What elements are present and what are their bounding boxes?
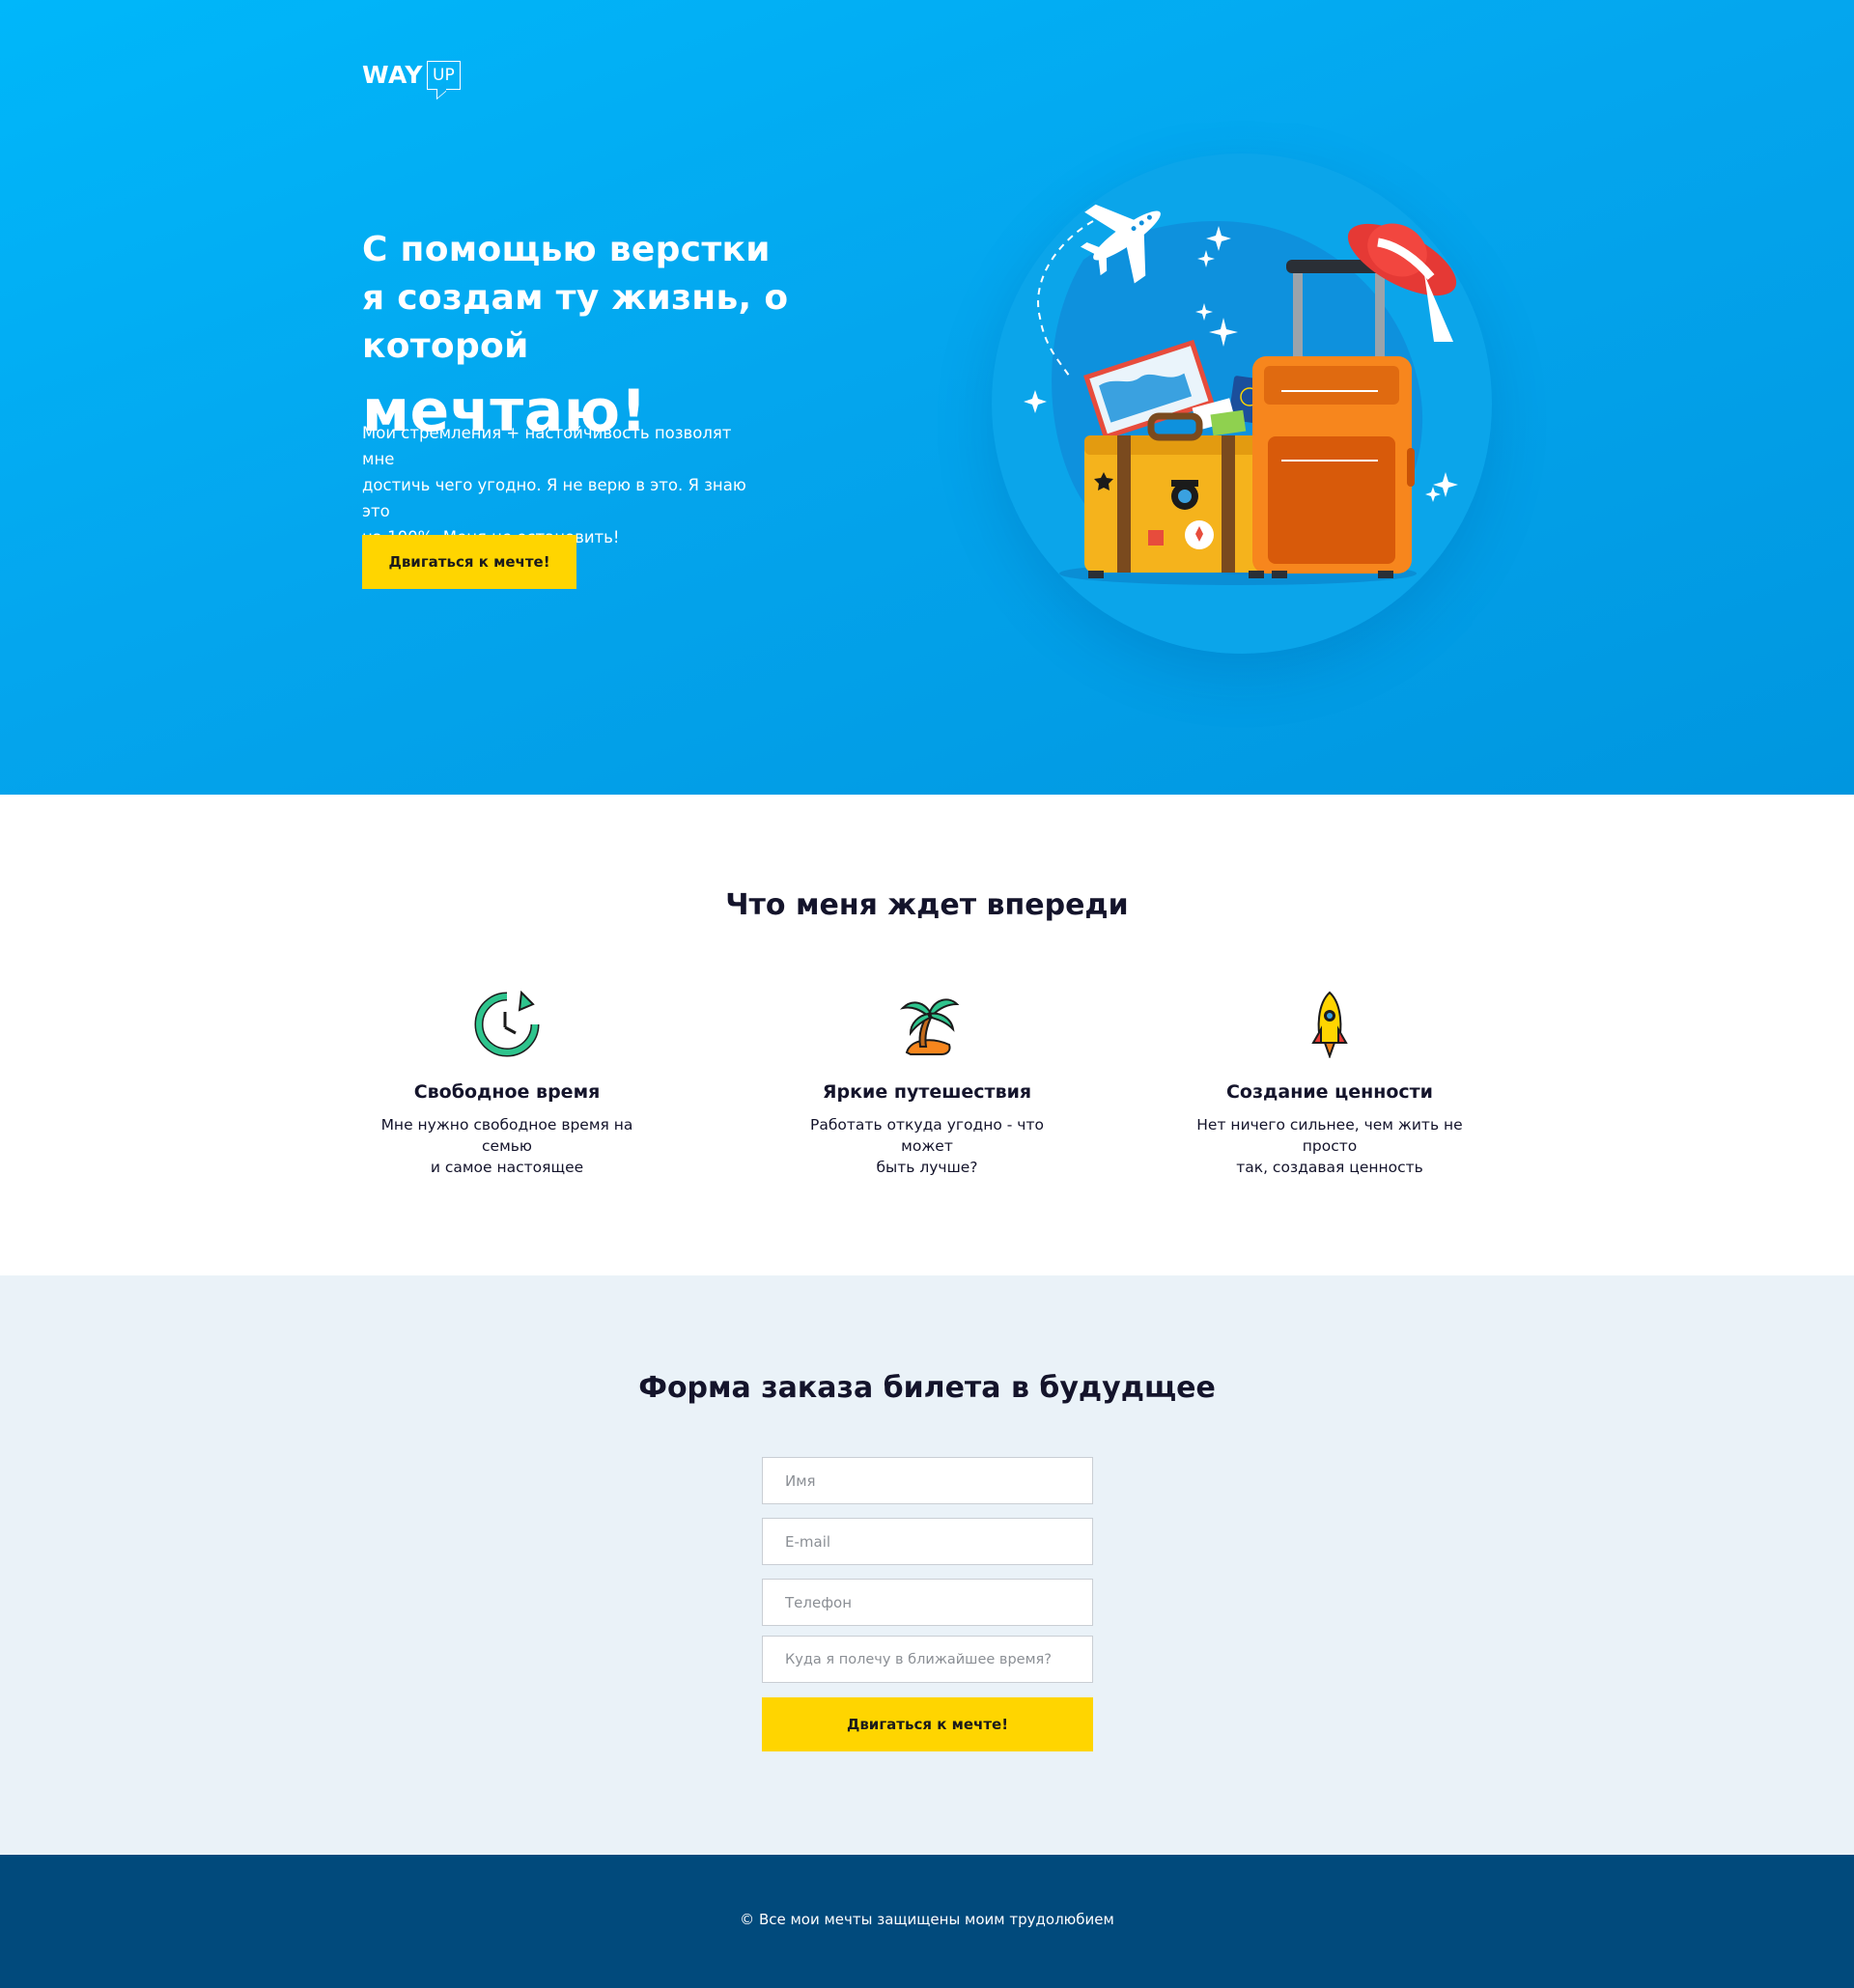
order-form-title: Форма заказа билета в будудщее (638, 1371, 1216, 1405)
logo[interactable]: WAY UP (362, 60, 461, 91)
features-section: Что меня ждет впереди Свободное время Мн… (0, 795, 1854, 1275)
hero-cta-button[interactable]: Двигаться к мечте! (362, 535, 576, 589)
feature-card-free-time: Свободное время Мне нужно свободное врем… (352, 991, 661, 1178)
feature-card-value: Создание ценности Нет ничего сильнее, че… (1175, 991, 1484, 1178)
clock-refresh-icon (474, 991, 540, 1057)
hero-text-line-2: достичь чего угодно. Я не верю в это. Я … (362, 476, 746, 520)
feature-text-line: Нет ничего сильнее, чем жить не просто (1196, 1116, 1463, 1155)
order-form-section: Форма заказа билета в будудщее Двигаться… (0, 1275, 1854, 1855)
logo-tag: UP (427, 61, 461, 90)
logo-word: WAY (362, 61, 424, 89)
palm-island-icon (899, 998, 960, 1055)
feature-card-travel: Яркие путешествия Работать откуда угодно… (772, 991, 1082, 1178)
phone-input[interactable] (762, 1579, 1093, 1626)
feature-text-line: так, создавая ценность (1236, 1159, 1423, 1176)
feature-title: Свободное время (413, 1081, 601, 1103)
hero-description: Мои стремления + настойчивость позволят … (362, 420, 768, 550)
feature-description: Мне нужно свободное время на семью и сам… (352, 1114, 661, 1178)
feature-text-line: и самое настоящее (430, 1159, 584, 1176)
features-title: Что меня ждет впереди (725, 888, 1129, 922)
order-submit-button[interactable]: Двигаться к мечте! (762, 1697, 1093, 1751)
feature-description: Работать откуда угодно - что может быть … (772, 1114, 1082, 1178)
feature-text-line: быть лучше? (876, 1159, 978, 1176)
feature-text-line: Работать откуда угодно - что может (810, 1116, 1044, 1155)
hero-heading: С помощью верстки я создам ту жизнь, о к… (362, 226, 961, 450)
name-input[interactable] (762, 1457, 1093, 1504)
hero-title-line-2: я создам ту жизнь, о которой (362, 278, 789, 366)
destination-input[interactable] (762, 1636, 1093, 1683)
hero-text-line-1: Мои стремления + настойчивость позволят … (362, 424, 732, 468)
feature-title: Яркие путешествия (822, 1081, 1032, 1103)
rocket-icon (1311, 991, 1348, 1058)
feature-description: Нет ничего сильнее, чем жить не просто т… (1175, 1114, 1484, 1178)
footer-copyright: © Все мои мечты защищены моим трудолюбие… (740, 1911, 1114, 1928)
email-input[interactable] (762, 1518, 1093, 1565)
feature-title: Создание ценности (1225, 1081, 1433, 1103)
feature-text-line: Мне нужно свободное время на семью (380, 1116, 633, 1155)
hero-title-line-1: С помощью верстки (362, 230, 771, 269)
hero-section: WAY UP С помощью верстки я создам ту жиз… (0, 0, 1854, 795)
footer: © Все мои мечты защищены моим трудолюбие… (0, 1855, 1854, 1988)
travel-suitcases-icon (1024, 204, 1458, 585)
